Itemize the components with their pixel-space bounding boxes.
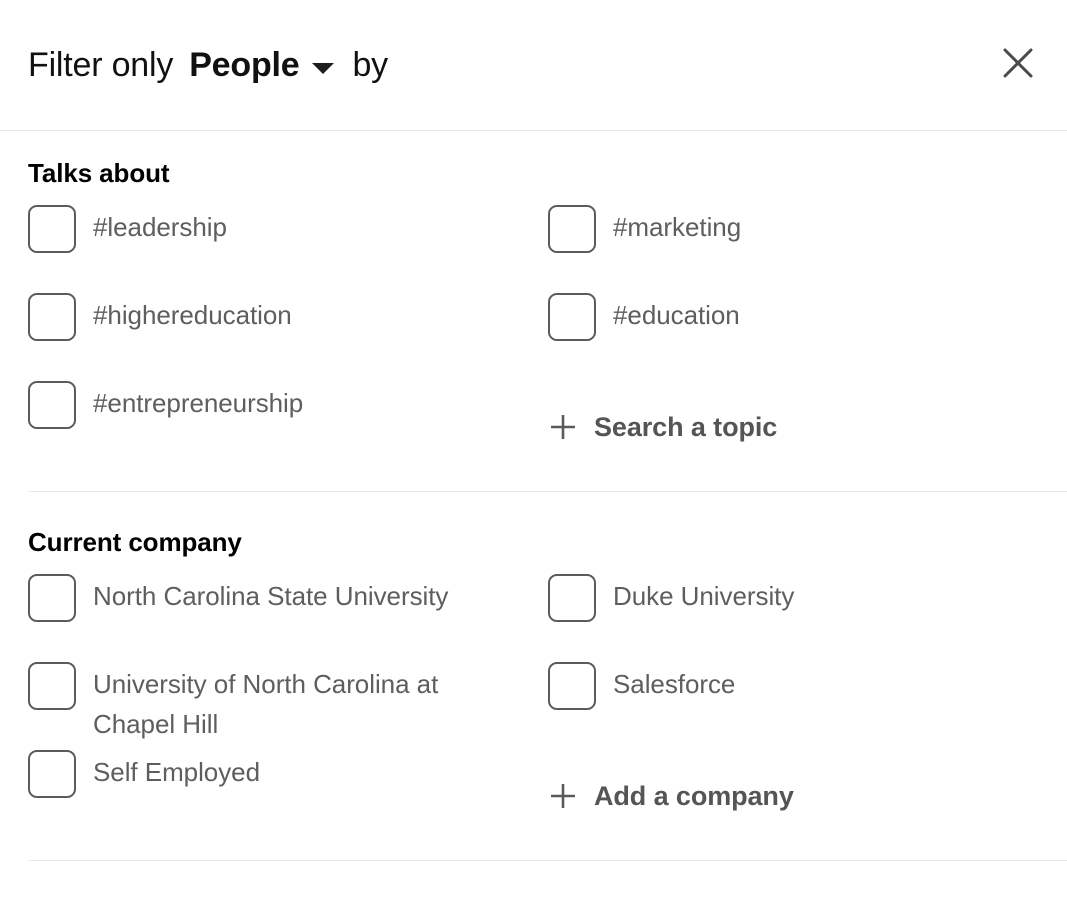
option-label-leadership: #leadership <box>93 212 227 242</box>
option-label-self-employed: Self Employed <box>93 757 260 787</box>
checkbox-leadership[interactable] <box>28 205 76 253</box>
plus-icon <box>551 415 575 439</box>
option-row-unc-chapel-hill[interactable]: University of North Carolina at Chapel H… <box>28 662 548 750</box>
checkbox-highereducation[interactable] <box>28 293 76 341</box>
option-row-entrepreneurship[interactable]: #entrepreneurship <box>28 381 548 469</box>
section-divider-1 <box>28 491 1067 492</box>
option-label-nc-state-university: North Carolina State University <box>93 581 449 611</box>
talks-about-bottom-spacer <box>0 471 1067 483</box>
talks-about-right-column: #marketing #education Search a topic <box>548 205 1039 471</box>
entity-type-dropdown[interactable]: People <box>189 45 335 85</box>
option-row-salesforce[interactable]: Salesforce <box>548 662 1039 750</box>
chevron-down-icon <box>312 62 335 74</box>
panel-title: Filter only People by <box>28 45 388 85</box>
entity-type-label: People <box>189 46 300 84</box>
option-label-marketing: #marketing <box>613 212 742 242</box>
current-company-bottom-spacer <box>0 840 1067 852</box>
section-current-company: Current company North Carolina State Uni… <box>0 500 1067 840</box>
close-button[interactable] <box>991 36 1045 90</box>
search-a-topic-button[interactable]: Search a topic <box>548 383 777 471</box>
checkbox-unc-chapel-hill[interactable] <box>28 662 76 710</box>
close-icon <box>1003 48 1033 78</box>
search-a-topic-label: Search a topic <box>594 412 778 442</box>
option-row-nc-state-university[interactable]: North Carolina State University <box>28 574 548 662</box>
checkbox-marketing[interactable] <box>548 205 596 253</box>
checkbox-self-employed[interactable] <box>28 750 76 798</box>
filter-panel: Filter only People by Talks about #leade… <box>0 0 1067 915</box>
checkbox-entrepreneurship[interactable] <box>28 381 76 429</box>
checkbox-nc-state-university[interactable] <box>28 574 76 622</box>
add-a-company-label: Add a company <box>594 781 794 811</box>
option-row-highereducation[interactable]: #highereducation <box>28 293 548 381</box>
current-company-options-grid: North Carolina State University Universi… <box>28 574 1039 840</box>
option-row-marketing[interactable]: #marketing <box>548 205 1039 293</box>
section-divider-2 <box>28 860 1067 861</box>
section-talks-about: Talks about #leadership #highereducation… <box>0 131 1067 471</box>
option-label-unc-chapel-hill: University of North Carolina at Chapel H… <box>93 669 439 739</box>
option-row-duke-university[interactable]: Duke University <box>548 574 1039 662</box>
option-label-salesforce: Salesforce <box>613 669 736 699</box>
section-title-current-company: Current company <box>28 527 242 557</box>
checkbox-salesforce[interactable] <box>548 662 596 710</box>
current-company-right-column: Duke University Salesforce Add a company <box>548 574 1039 840</box>
option-label-duke-university: Duke University <box>613 581 795 611</box>
add-a-company-button[interactable]: Add a company <box>548 752 794 840</box>
current-company-left-column: North Carolina State University Universi… <box>28 574 548 840</box>
option-row-self-employed[interactable]: Self Employed <box>28 750 548 838</box>
option-row-leadership[interactable]: #leadership <box>28 205 548 293</box>
option-label-highereducation: #highereducation <box>93 300 292 330</box>
filter-body: Talks about #leadership #highereducation… <box>0 131 1067 861</box>
option-label-entrepreneurship: #entrepreneurship <box>93 388 304 418</box>
talks-about-options-grid: #leadership #highereducation #entreprene… <box>28 205 1039 471</box>
talks-about-left-column: #leadership #highereducation #entreprene… <box>28 205 548 471</box>
plus-icon <box>551 784 575 808</box>
filter-suffix-label: by <box>352 46 388 84</box>
filter-prefix-label: Filter only <box>28 46 174 84</box>
panel-header: Filter only People by <box>0 0 1067 131</box>
option-row-education[interactable]: #education <box>548 293 1039 381</box>
checkbox-duke-university[interactable] <box>548 574 596 622</box>
section-title-talks-about: Talks about <box>28 158 170 188</box>
option-label-education: #education <box>613 300 740 330</box>
checkbox-education[interactable] <box>548 293 596 341</box>
